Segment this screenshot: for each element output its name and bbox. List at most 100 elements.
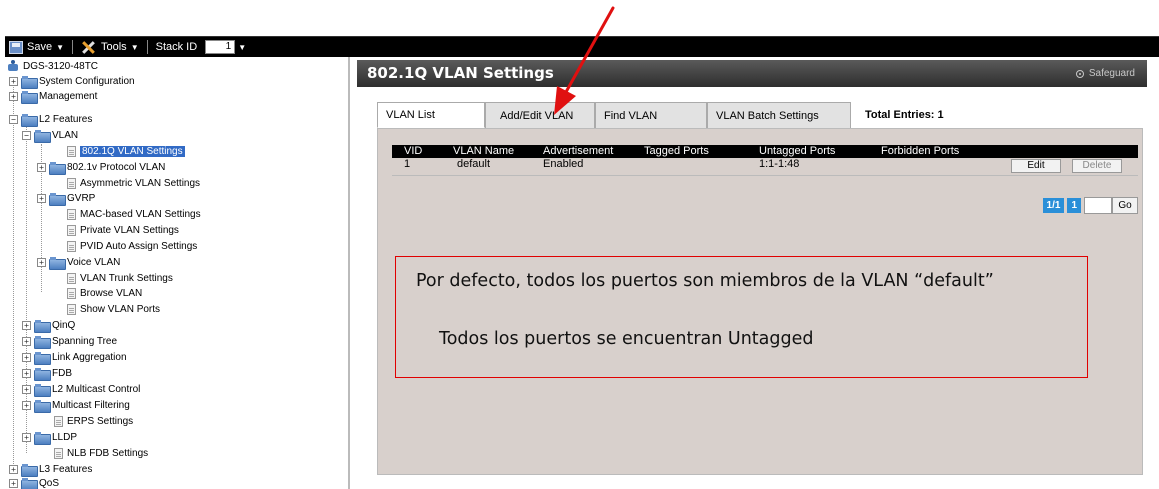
delete-button[interactable]: Delete (1072, 159, 1122, 173)
tab-bar: VLAN List Add/Edit VLAN Find VLAN VLAN B… (377, 102, 944, 128)
tree-item-label: VLAN (52, 129, 79, 141)
tools-icon (81, 40, 97, 54)
folder-icon (34, 383, 51, 397)
tree-item-lldp[interactable]: + LLDP (22, 431, 77, 445)
col-header-vlan-name: VLAN Name (453, 145, 515, 157)
tree-item-browse-vlan[interactable]: Browse VLAN (67, 287, 142, 299)
save-menu-button[interactable]: Save ▼ (5, 37, 68, 57)
tree-item-fdb[interactable]: + FDB (22, 367, 72, 381)
tree-item-l2-multicast-control[interactable]: + L2 Multicast Control (22, 383, 140, 397)
tree-item-8021q-vlan-settings[interactable]: 802.1Q VLAN Settings (67, 145, 185, 157)
tree-item-qos[interactable]: + QoS (9, 477, 59, 489)
tree-item-system-configuration[interactable]: + System Configuration (9, 75, 135, 89)
tree-item-label: Browse VLAN (80, 287, 143, 299)
tree-item-label: ERPS Settings (67, 415, 134, 427)
edit-button[interactable]: Edit (1011, 159, 1061, 173)
top-toolbar: Save ▼ Tools ▼ Stack ID 1 ▼ (5, 36, 1159, 57)
tree-item-private-vlan[interactable]: Private VLAN Settings (67, 224, 179, 236)
cell-advertisement: Enabled (543, 158, 584, 170)
expand-icon[interactable]: + (37, 193, 46, 203)
safeguard-label: Safeguard (1088, 68, 1135, 79)
tree-item-label: Link Aggregation (52, 351, 127, 363)
annotation-callout: Por defecto, todos los puertos son miemb… (395, 256, 1088, 378)
tree-item-label: QinQ (52, 319, 76, 331)
page-icon (67, 145, 76, 157)
col-header-forbidden-ports: Forbidden Ports (881, 145, 960, 157)
page-link[interactable]: 1 (1067, 198, 1081, 213)
page-number-input[interactable] (1084, 197, 1112, 214)
page-icon (67, 208, 76, 220)
tree-item-qinq[interactable]: + QinQ (22, 319, 76, 333)
tree-item-multicast-filtering[interactable]: + Multicast Filtering (22, 399, 130, 413)
folder-open-icon (34, 129, 51, 143)
tree-item-spanning-tree[interactable]: + Spanning Tree (22, 335, 117, 349)
expand-icon[interactable]: + (37, 257, 46, 267)
safeguard-icon (1075, 69, 1084, 78)
tree-item-label: Multicast Filtering (52, 399, 130, 411)
expand-icon[interactable]: + (22, 368, 31, 378)
expand-icon[interactable]: + (22, 352, 31, 362)
tools-menu-button[interactable]: Tools ▼ (77, 37, 143, 57)
cell-vlan-name: default (457, 158, 491, 170)
tree-item-label: MAC-based VLAN Settings (80, 208, 201, 220)
expand-icon[interactable]: + (22, 384, 31, 394)
panel-header: 802.1Q VLAN Settings Safeguard (357, 60, 1147, 87)
tree-item-management[interactable]: + Management (9, 90, 97, 104)
go-button[interactable]: Go (1112, 197, 1138, 214)
tree-item-label: GVRP (67, 192, 96, 204)
chevron-down-icon[interactable]: ▼ (238, 43, 246, 52)
tree-item-mac-based-vlan[interactable]: MAC-based VLAN Settings (67, 208, 201, 220)
tree-item-label: Asymmetric VLAN Settings (80, 177, 201, 189)
tree-item-voice-vlan[interactable]: + Voice VLAN (37, 256, 120, 270)
expand-icon[interactable]: + (22, 320, 31, 330)
annotation-text: Todos los puertos se encuentran Untagged (439, 329, 814, 349)
expand-icon[interactable]: + (9, 478, 18, 488)
table-row: 1 default Enabled 1:1-1:48 Edit Delete (392, 158, 1138, 173)
chevron-down-icon: ▼ (130, 42, 139, 52)
tree-item-8021v-protocol-vlan[interactable]: + 802.1v Protocol VLAN (37, 161, 166, 175)
tree-item-l3-features[interactable]: + L3 Features (9, 463, 92, 477)
tree-item-nlb-fdb-settings[interactable]: NLB FDB Settings (54, 447, 148, 459)
tree-item-l2-features[interactable]: − L2 Features (9, 113, 93, 127)
tree-item-label: L2 Features (39, 113, 93, 125)
tree-item-label: QoS (39, 477, 60, 489)
safeguard-indicator: Safeguard (1075, 68, 1135, 79)
tab-vlan-batch-settings[interactable]: VLAN Batch Settings (707, 102, 851, 128)
tree-item-asymmetric-vlan[interactable]: Asymmetric VLAN Settings (67, 177, 200, 189)
folder-icon (21, 463, 38, 477)
tree-item-vlan[interactable]: − VLAN (22, 129, 79, 143)
tree-item-show-vlan-ports[interactable]: Show VLAN Ports (67, 303, 160, 315)
expand-icon[interactable]: + (37, 162, 46, 172)
tree-item-pvid-auto-assign[interactable]: PVID Auto Assign Settings (67, 240, 197, 252)
page-icon (67, 287, 76, 299)
collapse-icon[interactable]: − (22, 130, 31, 140)
expand-icon[interactable]: + (9, 91, 18, 101)
tree-item-gvrp[interactable]: + GVRP (37, 192, 96, 206)
tree-item-erps-settings[interactable]: ERPS Settings (54, 415, 133, 427)
tab-vlan-list[interactable]: VLAN List (377, 102, 485, 128)
collapse-icon[interactable]: − (9, 114, 18, 124)
folder-icon (34, 431, 51, 445)
tree-item-label: System Configuration (39, 75, 135, 87)
folder-open-icon (21, 113, 38, 127)
folder-icon (34, 367, 51, 381)
tree-item-vlan-trunk[interactable]: VLAN Trunk Settings (67, 272, 173, 284)
folder-icon (34, 319, 51, 333)
folder-icon (34, 335, 51, 349)
expand-icon[interactable]: + (9, 76, 18, 86)
page-title: 802.1Q VLAN Settings (367, 64, 554, 82)
stack-id-select[interactable]: 1 (205, 40, 236, 54)
save-icon (9, 40, 23, 54)
folder-icon (21, 477, 38, 489)
expand-icon[interactable]: + (9, 464, 18, 474)
tab-add-edit-vlan[interactable]: Add/Edit VLAN (485, 102, 595, 128)
tree-item-link-aggregation[interactable]: + Link Aggregation (22, 351, 127, 365)
tree-item-label: 802.1v Protocol VLAN (67, 161, 166, 173)
expand-icon[interactable]: + (22, 400, 31, 410)
tree-root[interactable]: DGS-3120-48TC (7, 60, 98, 72)
tab-find-vlan[interactable]: Find VLAN (595, 102, 707, 128)
folder-icon (49, 192, 66, 206)
expand-icon[interactable]: + (22, 432, 31, 442)
expand-icon[interactable]: + (22, 336, 31, 346)
page-icon (54, 415, 63, 427)
